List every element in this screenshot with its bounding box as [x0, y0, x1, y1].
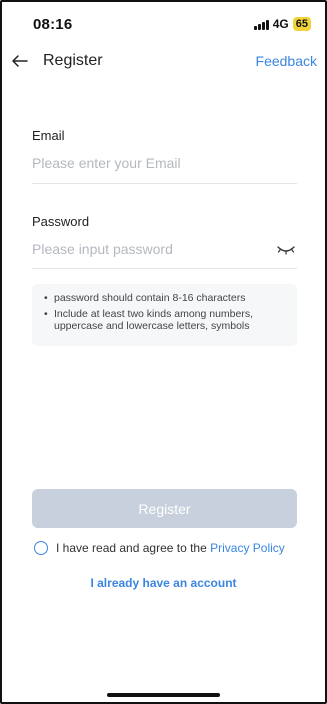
hint-item: • password should contain 8-16 characters: [44, 292, 246, 304]
signal-icon: [253, 19, 269, 30]
feedback-link[interactable]: Feedback: [256, 53, 317, 69]
hint-item: • Include at least two kinds among number…: [44, 308, 254, 332]
email-label: Email: [32, 128, 65, 143]
status-indicators: 4G 65: [253, 17, 311, 31]
eye-closed-icon[interactable]: [276, 243, 296, 257]
password-divider: [32, 268, 297, 269]
existing-account-link[interactable]: I already have an account: [0, 576, 327, 590]
page-title: Register: [43, 52, 103, 69]
battery-icon: 65: [292, 17, 311, 31]
password-input[interactable]: [32, 237, 268, 261]
password-hints: • password should contain 8-16 characters…: [32, 284, 297, 346]
device-frame: [0, 0, 327, 704]
network-type: 4G: [272, 17, 289, 31]
agree-radio[interactable]: [34, 541, 48, 555]
agree-text: I have read and agree to the: [56, 541, 207, 555]
email-divider: [32, 183, 297, 184]
password-label: Password: [32, 214, 90, 229]
arrow-left-icon[interactable]: [10, 51, 30, 71]
email-input[interactable]: [32, 151, 297, 175]
privacy-policy-link[interactable]: Privacy Policy: [210, 541, 285, 555]
status-time: 08:16: [33, 16, 73, 33]
register-button[interactable]: Register: [32, 489, 297, 528]
home-indicator: [107, 693, 220, 697]
header: Register Feedback: [0, 44, 327, 78]
agreement-row: I have read and agree to the Privacy Pol…: [34, 541, 285, 555]
status-bar: 08:16 4G 65: [0, 0, 327, 44]
